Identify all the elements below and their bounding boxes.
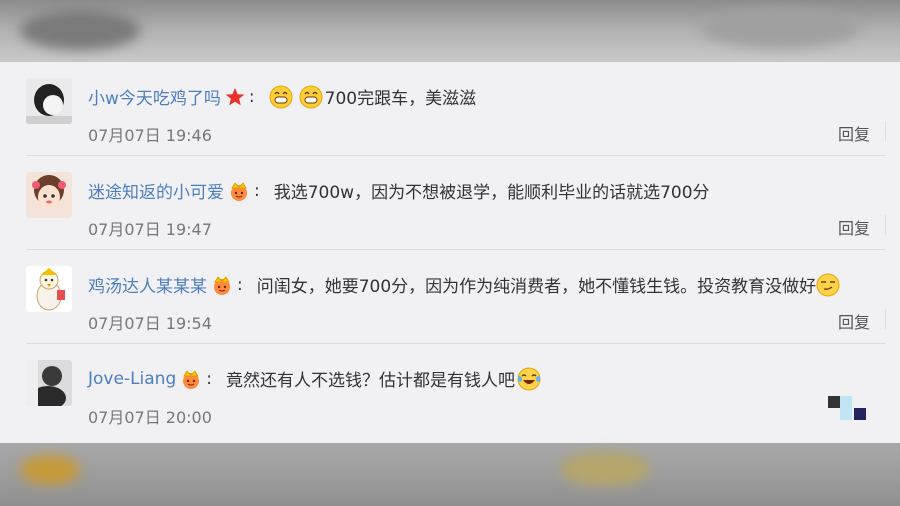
laugh-tears-icon xyxy=(517,367,541,391)
username[interactable]: 小w今天吃鸡了吗 xyxy=(88,84,221,109)
timestamp: 07月07日 19:54 xyxy=(88,314,212,333)
comment-panel: 小w今天吃鸡了吗 : 700完跟车，美滋滋 07月07日 19:46 回复 迷途… xyxy=(0,62,900,443)
timestamp: 07月07日 19:47 xyxy=(88,220,212,239)
watermark-squares xyxy=(828,396,870,426)
grin-icon xyxy=(299,85,323,109)
comment-item: 鸡汤达人某某某 : 问闺女，她要700分，因为作为纯消费者，她不懂钱生钱。投资教… xyxy=(0,250,900,344)
crown-icon xyxy=(228,180,250,202)
timestamp: 07月07日 19:46 xyxy=(88,126,212,145)
avatar[interactable] xyxy=(26,360,72,406)
avatar[interactable] xyxy=(26,172,72,218)
blurred-shape xyxy=(560,452,650,486)
comment-item: Jove-Liang : 竟然还有人不选钱？估计都是有钱人吧 07月07日 20… xyxy=(0,344,900,438)
divider xyxy=(885,215,886,235)
username[interactable]: 鸡汤达人某某某 xyxy=(88,272,207,297)
comment-text: 问闺女，她要700分，因为作为纯消费者，她不懂钱生钱。投资教育没做好 xyxy=(256,277,817,297)
comment-line: 迷途知返的小可爱 : 我选700w，因为不想被退学，能顺利毕业的话就选700分 xyxy=(88,178,710,204)
divider xyxy=(885,309,886,329)
comment-text: 竟然还有人不选钱？估计都是有钱人吧 xyxy=(225,371,515,391)
reply-button[interactable]: 回复 xyxy=(838,309,870,333)
comment-text: 我选700w，因为不想被退学，能顺利毕业的话就选700分 xyxy=(273,183,710,203)
crown-icon xyxy=(211,274,233,296)
timestamp: 07月07日 20:00 xyxy=(88,408,212,427)
smirk-icon xyxy=(816,273,840,297)
comment-item: 小w今天吃鸡了吗 : 700完跟车，美滋滋 07月07日 19:46 回复 xyxy=(0,62,900,156)
blurred-shape xyxy=(20,455,80,485)
comment-line: 鸡汤达人某某某 : 问闺女，她要700分，因为作为纯消费者，她不懂钱生钱。投资教… xyxy=(88,272,840,297)
grin-icon xyxy=(269,85,293,109)
blurred-background-bottom xyxy=(0,443,900,506)
reply-button[interactable]: 回复 xyxy=(838,215,870,239)
separator: : xyxy=(237,274,243,295)
avatar[interactable] xyxy=(26,266,72,312)
reply-button[interactable]: 回复 xyxy=(838,121,870,145)
comment-item: 迷途知返的小可爱 : 我选700w，因为不想被退学，能顺利毕业的话就选700分 … xyxy=(0,156,900,250)
comment-line: Jove-Liang : 竟然还有人不选钱？估计都是有钱人吧 xyxy=(88,366,541,391)
comment-line: 小w今天吃鸡了吗 : 700完跟车，美滋滋 xyxy=(88,84,476,109)
username[interactable]: Jove-Liang xyxy=(88,369,176,389)
comment-text: 700完跟车，美滋滋 xyxy=(324,89,477,109)
red-star-icon xyxy=(225,87,245,107)
avatar[interactable] xyxy=(26,78,72,124)
username[interactable]: 迷途知返的小可爱 xyxy=(88,178,224,203)
blurred-shape xyxy=(20,10,140,50)
divider xyxy=(885,121,886,141)
separator: : xyxy=(248,86,255,107)
separator: : xyxy=(206,368,212,389)
crown-icon xyxy=(180,368,202,390)
separator: : xyxy=(254,180,260,201)
blurred-shape xyxy=(700,8,860,48)
